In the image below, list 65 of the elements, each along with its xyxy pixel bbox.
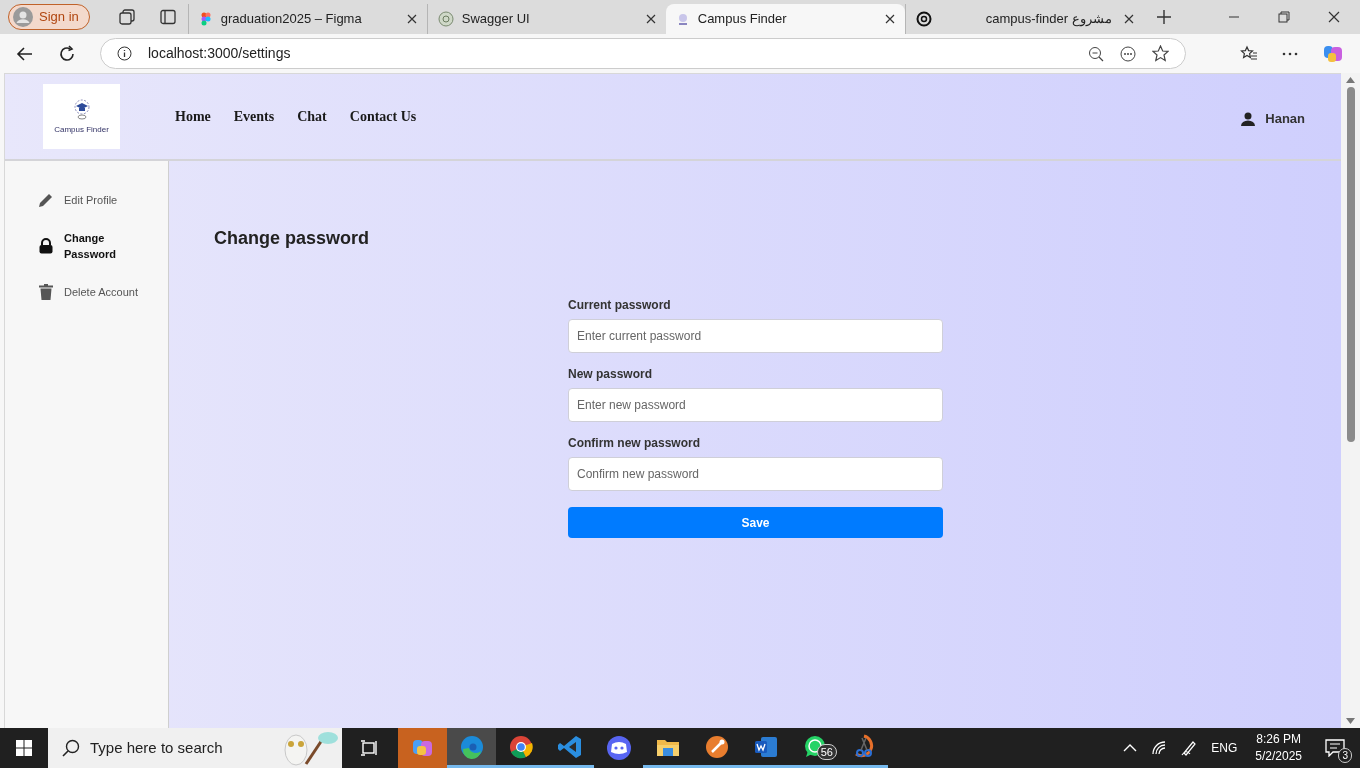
language-indicator[interactable]: ENG [1211, 739, 1238, 757]
notification-count: 3 [1338, 748, 1352, 763]
wave-circle-icon[interactable] [458, 733, 485, 760]
nav-link[interactable]: Contact Us [349, 106, 417, 127]
back-arrow-icon[interactable] [16, 44, 34, 63]
pen-icon[interactable] [1181, 740, 1198, 756]
new-tab-icon[interactable] [1155, 9, 1172, 25]
favorites-icon[interactable] [1240, 44, 1258, 63]
close-window-icon[interactable] [1328, 11, 1340, 23]
globe-icon [437, 11, 454, 27]
page-title: Change password [214, 227, 371, 250]
more-circle-icon[interactable] [1120, 45, 1136, 62]
scrollbar[interactable] [1341, 73, 1360, 728]
address-bar[interactable]: localhost:3000/settings [100, 38, 1186, 69]
disc-icon[interactable] [703, 733, 730, 760]
sidebar-item[interactable]: Edit Profile [38, 192, 168, 208]
star-icon[interactable] [1152, 45, 1169, 62]
close-icon[interactable] [1123, 14, 1134, 24]
password-field[interactable]: Enter new password [568, 388, 943, 422]
field-label: Confirm new password [568, 435, 702, 452]
scroll-thumb[interactable] [1346, 87, 1355, 442]
nav-link[interactable]: Events [233, 106, 275, 127]
pencil-icon [38, 192, 54, 208]
field-label: Current password [568, 297, 672, 314]
logo-text: Campus Finder [54, 123, 109, 136]
controller-icon[interactable] [605, 735, 632, 761]
sidebar-item[interactable]: Delete Account [38, 284, 168, 300]
tab-actions-icon[interactable] [159, 9, 176, 25]
password-field[interactable]: Confirm new password [568, 457, 943, 491]
ring-icon[interactable] [507, 733, 534, 760]
user-menu[interactable]: Hanan [1241, 108, 1305, 129]
close-icon[interactable] [645, 14, 656, 24]
search-icon [62, 739, 80, 757]
save-button[interactable]: Save [568, 507, 943, 538]
info-icon [117, 46, 132, 61]
restore-icon[interactable] [1278, 11, 1290, 23]
sidebar-item[interactable]: Change Password [38, 230, 168, 262]
lock-icon [39, 238, 53, 254]
taskbar-app[interactable]: 56 [790, 728, 839, 768]
zoom-out-icon[interactable] [1088, 45, 1104, 62]
nav-link[interactable]: Chat [297, 106, 327, 127]
task-view-icon[interactable] [361, 740, 379, 756]
windows-icon[interactable] [16, 740, 32, 756]
scroll-down-icon[interactable] [1346, 718, 1355, 724]
browser-tab[interactable]: Campus Finder [665, 4, 905, 34]
close-icon[interactable] [406, 14, 417, 24]
password-field[interactable]: Enter current password [568, 319, 943, 353]
notification-icon[interactable] [1325, 739, 1345, 757]
clock[interactable]: 8:26 PM 5/2/2025 [1251, 731, 1306, 765]
knot-icon [915, 11, 932, 27]
chevron-up-icon[interactable] [1123, 743, 1138, 753]
nav-link[interactable]: Home [175, 106, 211, 127]
field-label: New password [568, 366, 654, 383]
wifi-icon[interactable] [1151, 741, 1168, 755]
logo[interactable]: Campus Finder [43, 84, 120, 149]
ribbon-icon[interactable] [556, 733, 583, 760]
profile-icon [13, 7, 33, 27]
close-icon[interactable] [884, 14, 895, 24]
person-icon [1241, 111, 1256, 126]
trash-icon [39, 284, 53, 300]
url-text: localhost:3000/settings [148, 44, 292, 63]
workspaces-icon[interactable] [117, 8, 136, 26]
refresh-icon[interactable] [58, 44, 76, 63]
scroll-up-icon[interactable] [1346, 77, 1355, 83]
sign-in-button[interactable]: Sign in [8, 4, 90, 30]
